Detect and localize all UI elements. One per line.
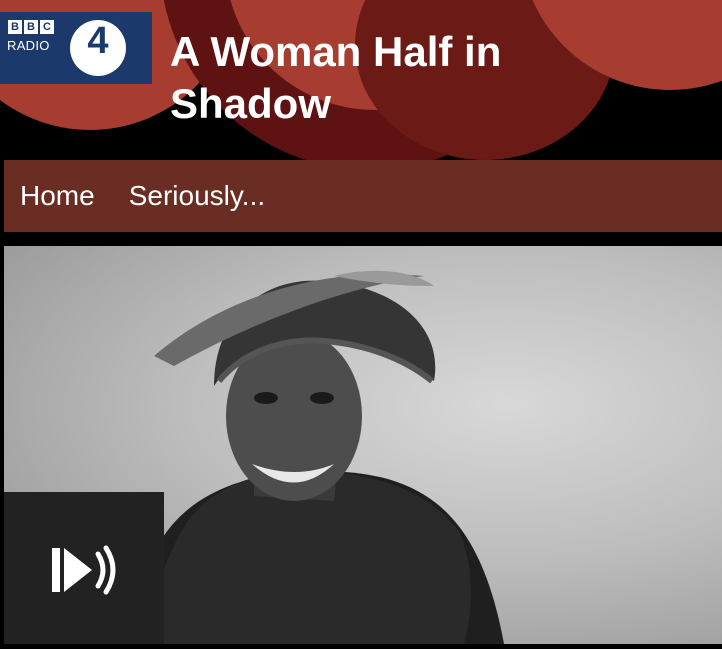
page-title: A Woman Half in Shadow bbox=[170, 26, 670, 130]
radio-label: RADIO bbox=[7, 38, 50, 53]
bbc-letter: B bbox=[24, 20, 38, 34]
nav-seriously-link[interactable]: Seriously... bbox=[129, 180, 265, 212]
bbc-letter: B bbox=[8, 20, 22, 34]
title-line1: A Woman Half in bbox=[170, 28, 502, 75]
bbc-radio4-logo[interactable]: B B C RADIO 4 bbox=[0, 12, 152, 84]
radio4-number: 4 bbox=[70, 20, 126, 76]
header-banner: B B C RADIO 4 A Woman Half in Shadow bbox=[0, 0, 722, 160]
play-button[interactable] bbox=[4, 492, 164, 644]
bbc-letter: C bbox=[40, 20, 54, 34]
bbc-blocks: B B C bbox=[8, 20, 54, 34]
podcast-play-icon bbox=[52, 545, 116, 595]
title-line2: Shadow bbox=[170, 80, 332, 127]
nav-home-link[interactable]: Home bbox=[20, 180, 95, 212]
main-navigation: Home Seriously... bbox=[4, 160, 722, 232]
